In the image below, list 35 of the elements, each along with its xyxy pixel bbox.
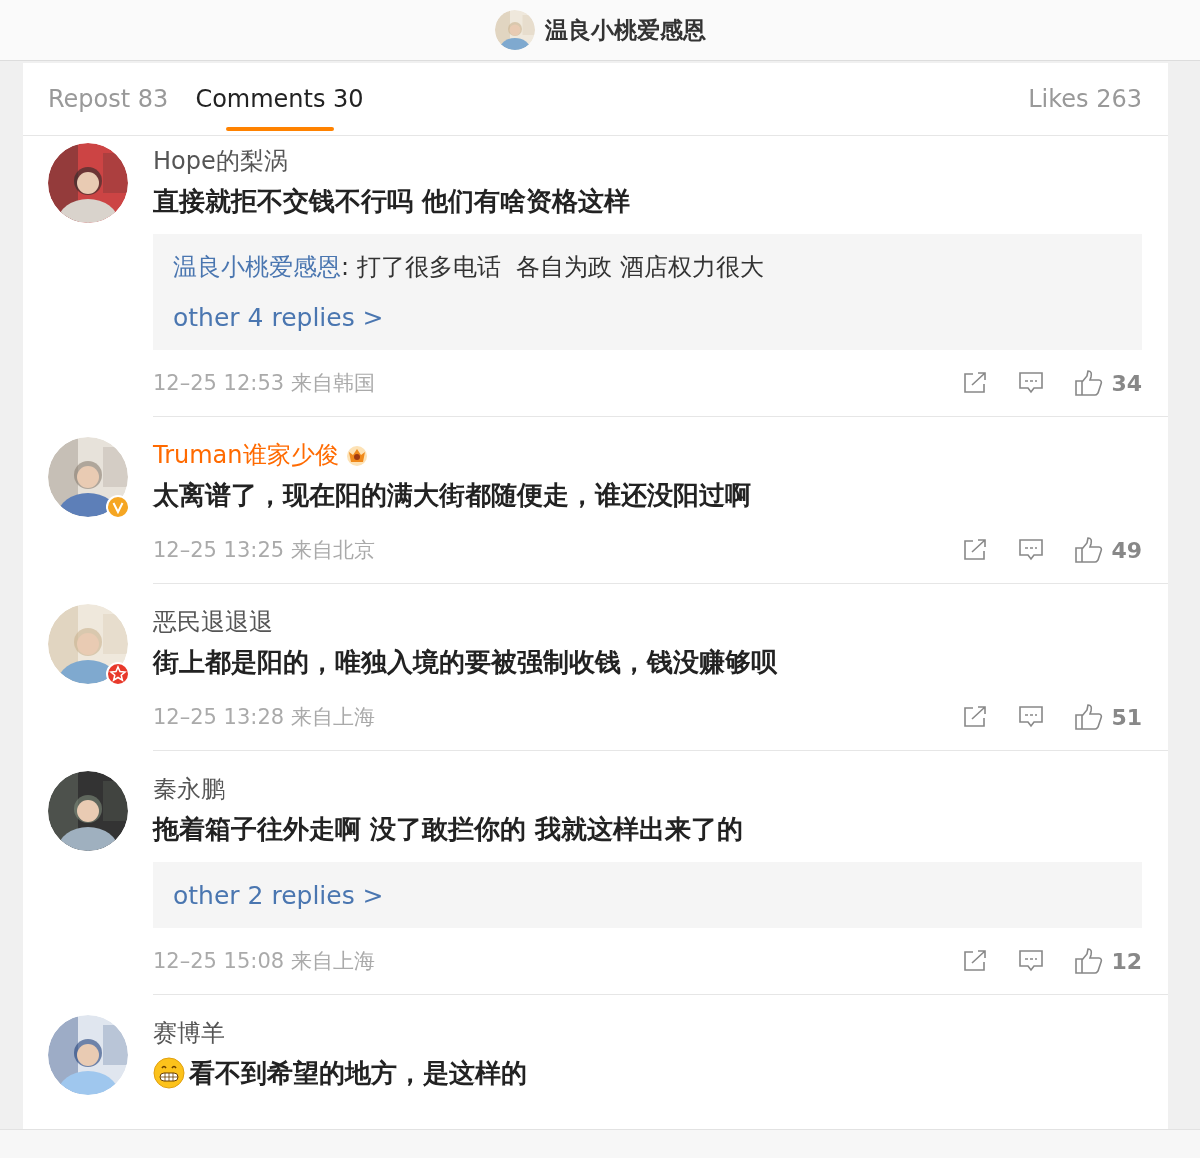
like-count: 34	[1111, 370, 1142, 396]
comment-icon[interactable]	[1019, 950, 1044, 972]
comment-time: 12–25 12:53 来自韩国	[153, 370, 376, 397]
like-count: 49	[1111, 537, 1142, 563]
thumbs-up-icon[interactable]	[1075, 370, 1104, 396]
comment-time: 12–25 13:25 来自北京	[153, 537, 376, 564]
comment-text: 街上都是阳的，唯独入境的要被强制收钱，钱没赚够呗	[153, 645, 777, 679]
comment-icon[interactable]	[1019, 372, 1044, 394]
more-replies-link[interactable]: other 4 replies >	[173, 292, 384, 342]
account-name: 温良小桃爱感恩	[544, 15, 706, 45]
thumbs-up-icon[interactable]	[1075, 948, 1104, 974]
thumbs-up-icon[interactable]	[1075, 704, 1104, 730]
share-icon[interactable]	[963, 950, 988, 972]
more-replies-link[interactable]: other 2 replies >	[173, 870, 384, 920]
user-name[interactable]: Hope的梨涡	[153, 145, 288, 177]
thumbs-up-icon[interactable]	[1075, 537, 1104, 563]
reply-text: 温良小桃爱感恩: 打了很多电话 各自为政 酒店权力很大	[173, 252, 765, 283]
user-name[interactable]: 秦永鹏	[153, 773, 225, 805]
comment-text: 太离谱了，现在阳的满大街都随便走，谁还没阳过啊	[153, 478, 751, 512]
share-icon[interactable]	[963, 706, 988, 728]
comment-text: 直接就拒不交钱不行吗 他们有啥资格这样	[153, 184, 631, 218]
comment-text: 看不到希望的地方，是这样的	[189, 1056, 527, 1090]
comment-time: 12–25 13:28 来自上海	[153, 704, 376, 731]
user-name[interactable]: 恶民退退退	[153, 606, 273, 638]
user-name[interactable]: 赛博羊	[153, 1017, 225, 1049]
like-count: 51	[1111, 704, 1142, 730]
comment-icon[interactable]	[1019, 706, 1044, 728]
comment-icon[interactable]	[1019, 539, 1044, 561]
like-count: 12	[1111, 948, 1142, 974]
tab[interactable]: Comments 30	[195, 63, 364, 135]
crown-icon	[344, 443, 369, 467]
share-icon[interactable]	[963, 372, 988, 394]
comment-text: 拖着箱子往外走啊 没了敢拦你的 我就这样出来了的	[153, 812, 744, 846]
comment-time: 12–25 15:08 来自上海	[153, 948, 376, 975]
share-icon[interactable]	[963, 539, 988, 561]
